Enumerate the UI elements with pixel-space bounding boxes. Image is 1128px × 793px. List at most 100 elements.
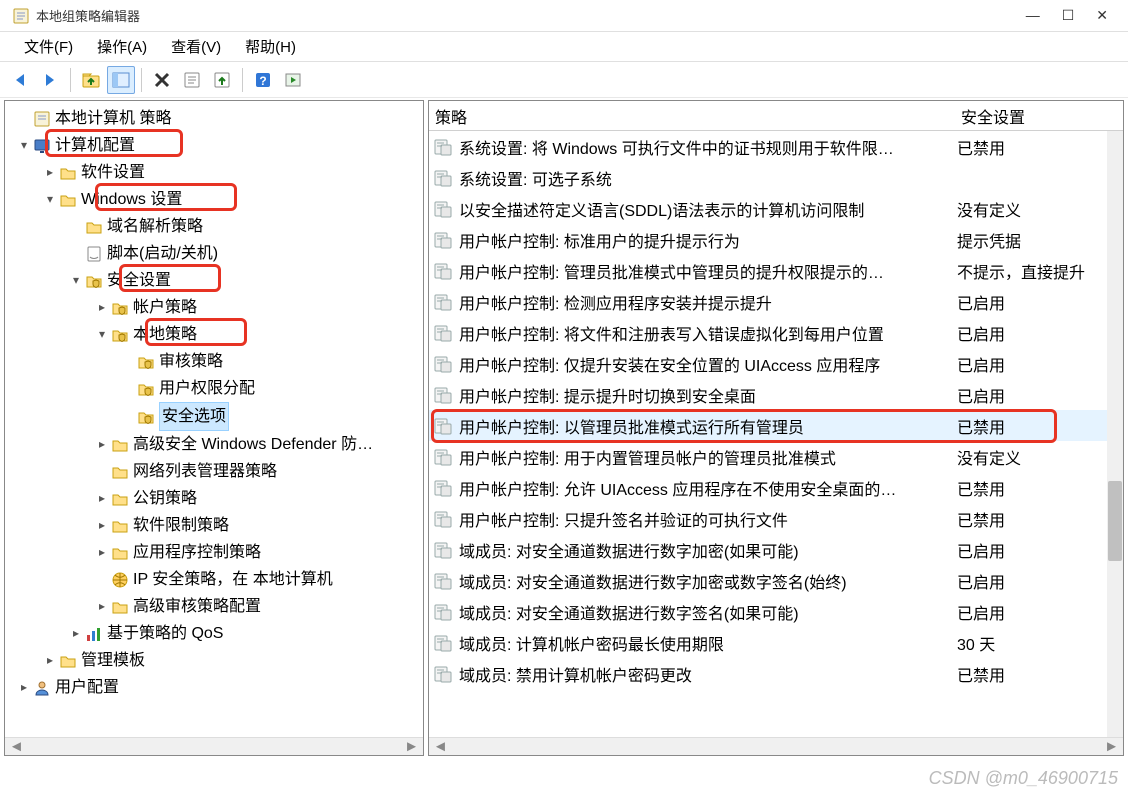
expand-icon[interactable]: ▸ xyxy=(93,539,111,566)
tree-windows-settings[interactable]: ▾Windows 设置 xyxy=(7,186,423,213)
tree-advaudit[interactable]: ▸高级审核策略配置 xyxy=(7,593,423,620)
policy-value: 提示凭据 xyxy=(957,228,1123,252)
delete-button[interactable] xyxy=(148,66,176,94)
app-icon xyxy=(12,7,30,25)
folder-icon xyxy=(111,299,129,317)
expand-icon[interactable]: ▸ xyxy=(93,593,111,620)
help-button[interactable]: ? xyxy=(249,66,277,94)
showhide-pane-button[interactable] xyxy=(107,66,135,94)
expand-icon[interactable]: ▸ xyxy=(93,431,111,458)
policy-icon xyxy=(433,168,453,188)
minimize-button[interactable]: — xyxy=(1026,7,1040,24)
properties-button[interactable] xyxy=(178,66,206,94)
menu-view[interactable]: 查看(V) xyxy=(159,32,233,61)
policy-row[interactable]: 域成员: 对安全通道数据进行数字签名(如果可能)已启用 xyxy=(429,596,1123,627)
tree-software-settings[interactable]: ▸软件设置 xyxy=(7,159,423,186)
folder-up-button[interactable] xyxy=(77,66,105,94)
policy-name: 系统设置: 将 Windows 可执行文件中的证书规则用于软件限… xyxy=(459,135,957,159)
policy-row[interactable]: 域成员: 计算机帐户密码最长使用期限30 天 xyxy=(429,627,1123,658)
tree-pubkey[interactable]: ▸公钥策略 xyxy=(7,485,423,512)
tree-appctrl[interactable]: ▸应用程序控制策略 xyxy=(7,539,423,566)
policy-value: 不提示，直接提升 xyxy=(957,259,1123,283)
tree-computer-config[interactable]: ▾计算机配置 xyxy=(7,132,423,159)
col-policy[interactable]: 策略 xyxy=(429,104,957,128)
list-hscroll[interactable]: ◄► xyxy=(429,737,1123,755)
tree-root[interactable]: 本地计算机 策略 xyxy=(7,105,423,132)
expand-icon[interactable]: ▸ xyxy=(93,485,111,512)
tree-scripts[interactable]: 脚本(启动/关机) xyxy=(7,240,423,267)
policy-name: 域成员: 对安全通道数据进行数字加密或数字签名(始终) xyxy=(459,569,957,593)
folder-icon xyxy=(33,679,51,697)
tree-defender[interactable]: ▸高级安全 Windows Defender 防… xyxy=(7,431,423,458)
policy-name: 域成员: 对安全通道数据进行数字加密(如果可能) xyxy=(459,538,957,562)
tree-account-policy[interactable]: ▸帐户策略 xyxy=(7,294,423,321)
policy-value: 已启用 xyxy=(957,352,1123,376)
tree-local-policy[interactable]: ▾本地策略 xyxy=(7,321,423,348)
expand-icon[interactable]: ▸ xyxy=(41,647,59,674)
expand-icon[interactable]: ▸ xyxy=(93,294,111,321)
folder-icon xyxy=(111,598,129,616)
expand-icon[interactable]: ▾ xyxy=(15,132,33,159)
policy-row[interactable]: 用户帐户控制: 将文件和注册表写入错误虚拟化到每用户位置已启用 xyxy=(429,317,1123,348)
policy-value: 没有定义 xyxy=(957,445,1123,469)
expand-icon[interactable]: ▸ xyxy=(41,159,59,186)
folder-icon xyxy=(59,164,77,182)
policy-icon xyxy=(433,261,453,281)
policy-row[interactable]: 域成员: 禁用计算机帐户密码更改已禁用 xyxy=(429,658,1123,689)
tree-nlm[interactable]: 网络列表管理器策略 xyxy=(7,458,423,485)
policy-value: 已启用 xyxy=(957,321,1123,345)
back-button[interactable] xyxy=(6,66,34,94)
tree-security-settings[interactable]: ▾安全设置 xyxy=(7,267,423,294)
export-list-button[interactable] xyxy=(208,66,236,94)
policy-row[interactable]: 用户帐户控制: 仅提升安装在安全位置的 UIAccess 应用程序已启用 xyxy=(429,348,1123,379)
list-pane[interactable]: 策略 安全设置 系统设置: 将 Windows 可执行文件中的证书规则用于软件限… xyxy=(428,100,1124,756)
forward-button[interactable] xyxy=(36,66,64,94)
policy-icon xyxy=(433,416,453,436)
policy-row[interactable]: 系统设置: 可选子系统 xyxy=(429,162,1123,193)
list-vscroll[interactable] xyxy=(1107,131,1123,755)
menu-action[interactable]: 操作(A) xyxy=(85,32,159,61)
tree-audit-policy[interactable]: 审核策略 xyxy=(7,348,423,375)
col-setting[interactable]: 安全设置 xyxy=(957,104,1123,128)
policy-row[interactable]: 用户帐户控制: 管理员批准模式中管理员的提升权限提示的…不提示，直接提升 xyxy=(429,255,1123,286)
tree-name-res[interactable]: 域名解析策略 xyxy=(7,213,423,240)
policy-row[interactable]: 用户帐户控制: 用于内置管理员帐户的管理员批准模式没有定义 xyxy=(429,441,1123,472)
policy-row[interactable]: 用户帐户控制: 标准用户的提升提示行为提示凭据 xyxy=(429,224,1123,255)
policy-row[interactable]: 用户帐户控制: 检测应用程序安装并提示提升已启用 xyxy=(429,286,1123,317)
expand-icon[interactable]: ▸ xyxy=(67,620,85,647)
tree-security-options[interactable]: 安全选项 xyxy=(7,402,423,431)
tree-pane[interactable]: 本地计算机 策略▾计算机配置▸软件设置▾Windows 设置域名解析策略脚本(启… xyxy=(4,100,424,756)
tree-qos[interactable]: ▸基于策略的 QoS xyxy=(7,620,423,647)
expand-icon[interactable]: ▾ xyxy=(93,321,111,348)
list-header[interactable]: 策略 安全设置 xyxy=(429,101,1123,131)
policy-icon xyxy=(433,199,453,219)
policy-row[interactable]: 系统设置: 将 Windows 可执行文件中的证书规则用于软件限…已禁用 xyxy=(429,131,1123,162)
list-vscroll-thumb[interactable] xyxy=(1108,481,1122,561)
expand-icon[interactable]: ▾ xyxy=(41,186,59,213)
tree-admin-templates[interactable]: ▸ 管理模板 xyxy=(7,647,423,674)
menu-help[interactable]: 帮助(H) xyxy=(233,32,308,61)
policy-row[interactable]: 用户帐户控制: 允许 UIAccess 应用程序在不使用安全桌面的…已禁用 xyxy=(429,472,1123,503)
maximize-button[interactable]: ☐ xyxy=(1062,7,1075,24)
policy-value: 30 天 xyxy=(957,631,1123,655)
policy-icon xyxy=(433,478,453,498)
expand-icon[interactable]: ▸ xyxy=(93,512,111,539)
tree-ipsec[interactable]: IP 安全策略，在 本地计算机 xyxy=(7,566,423,593)
expand-icon[interactable]: ▾ xyxy=(67,267,85,294)
policy-row[interactable]: 用户帐户控制: 提示提升时切换到安全桌面已启用 xyxy=(429,379,1123,410)
tree-srp[interactable]: ▸软件限制策略 xyxy=(7,512,423,539)
policy-row[interactable]: 用户帐户控制: 只提升签名并验证的可执行文件已禁用 xyxy=(429,503,1123,534)
tree-hscroll[interactable]: ◄► xyxy=(5,737,423,755)
policy-row[interactable]: 以安全描述符定义语言(SDDL)语法表示的计算机访问限制没有定义 xyxy=(429,193,1123,224)
menu-file[interactable]: 文件(F) xyxy=(12,32,85,61)
tree-user-rights[interactable]: 用户权限分配 xyxy=(7,375,423,402)
policy-row[interactable]: 域成员: 对安全通道数据进行数字加密(如果可能)已启用 xyxy=(429,534,1123,565)
tree-user-config[interactable]: ▸用户配置 xyxy=(7,674,423,701)
policy-row[interactable]: 用户帐户控制: 以管理员批准模式运行所有管理员已禁用 xyxy=(429,410,1123,441)
tree-label: 管理模板 xyxy=(81,647,145,674)
expand-icon[interactable]: ▸ xyxy=(15,674,33,701)
policy-icon xyxy=(433,292,453,312)
policy-row[interactable]: 域成员: 对安全通道数据进行数字加密或数字签名(始终)已启用 xyxy=(429,565,1123,596)
run-button[interactable] xyxy=(279,66,307,94)
close-button[interactable]: ✕ xyxy=(1096,7,1108,24)
